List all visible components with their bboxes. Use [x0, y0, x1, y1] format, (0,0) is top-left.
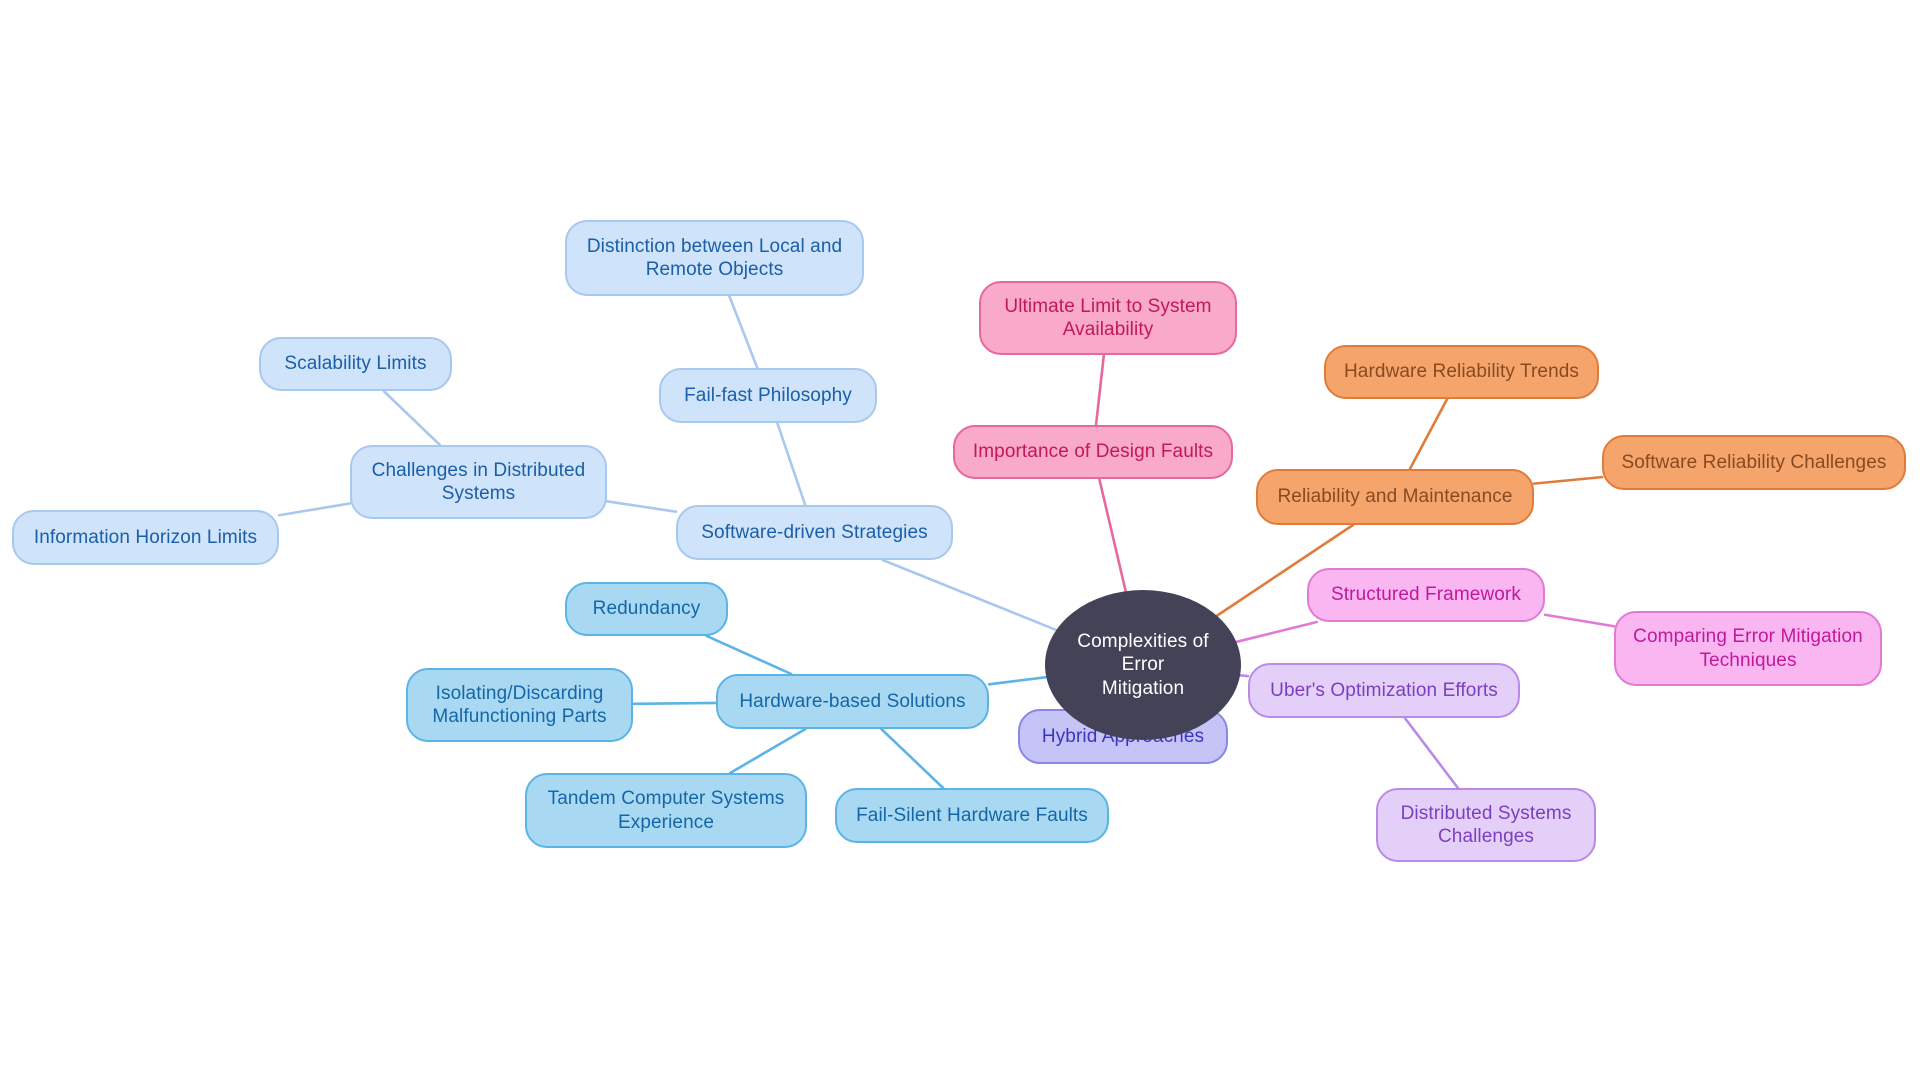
node-label: Importance of Design Faults [972, 441, 1214, 463]
mindmap-node-challenges-in-distributed-systems[interactable]: Challenges in Distributed Systems [350, 445, 607, 519]
node-label: Distributed Systems Challenges [1400, 802, 1572, 847]
mindmap-node-distinction-local-remote-objects[interactable]: Distinction between Local and Remote Obj… [565, 220, 864, 296]
node-label: Software Reliability Challenges [1621, 451, 1887, 473]
mindmap-node-ubers-optimization-efforts[interactable]: Uber's Optimization Efforts [1248, 663, 1520, 718]
mindmap-node-fail-silent-hardware-faults[interactable]: Fail-Silent Hardware Faults [835, 788, 1109, 843]
mindmap-node-ultimate-limit-system-availability[interactable]: Ultimate Limit to System Availability [979, 281, 1237, 355]
mindmap-node-scalability-limits[interactable]: Scalability Limits [259, 337, 452, 391]
mindmap-node-reliability-and-maintenance[interactable]: Reliability and Maintenance [1256, 469, 1534, 525]
mindmap-node-information-horizon-limits[interactable]: Information Horizon Limits [12, 510, 279, 565]
node-label: Structured Framework [1331, 584, 1521, 606]
node-label: Redundancy [592, 598, 701, 620]
mindmap-nodes: Software-driven Strategies Challenges in … [0, 0, 1920, 1080]
mindmap-node-fail-fast-philosophy[interactable]: Fail-fast Philosophy [659, 368, 877, 423]
mindmap-node-redundancy[interactable]: Redundancy [565, 582, 728, 636]
node-label: Reliability and Maintenance [1277, 486, 1513, 508]
node-label: Scalability Limits [284, 353, 427, 375]
node-label: Tandem Computer Systems Experience [547, 788, 785, 833]
node-label: Isolating/Discarding Malfunctioning Part… [432, 682, 607, 727]
mindmap-root-node[interactable]: Complexities of Error Mitigation [1045, 590, 1241, 740]
mindmap-canvas: Software-driven Strategies Challenges in … [0, 0, 1920, 1080]
mindmap-node-structured-framework[interactable]: Structured Framework [1307, 568, 1545, 622]
node-label: Information Horizon Limits [33, 526, 258, 548]
mindmap-node-hardware-based-solutions[interactable]: Hardware-based Solutions [716, 674, 989, 729]
mindmap-node-distributed-systems-challenges[interactable]: Distributed Systems Challenges [1376, 788, 1596, 862]
mindmap-node-software-reliability-challenges[interactable]: Software Reliability Challenges [1602, 435, 1906, 490]
node-label: Distinction between Local and Remote Obj… [586, 235, 843, 280]
mindmap-node-comparing-error-mitigation-techniques[interactable]: Comparing Error Mitigation Techniques [1614, 611, 1882, 686]
node-label: Comparing Error Mitigation Techniques [1633, 626, 1863, 671]
node-label: Fail-Silent Hardware Faults [856, 804, 1088, 826]
node-label: Fail-fast Philosophy [684, 384, 852, 406]
mindmap-node-software-driven-strategies[interactable]: Software-driven Strategies [676, 505, 953, 560]
mindmap-node-isolating-discarding-parts[interactable]: Isolating/Discarding Malfunctioning Part… [406, 668, 633, 742]
node-label: Challenges in Distributed Systems [371, 459, 586, 504]
node-label: Hardware Reliability Trends [1343, 361, 1579, 383]
node-label: Hardware-based Solutions [739, 690, 966, 712]
mindmap-node-tandem-computer-systems-experience[interactable]: Tandem Computer Systems Experience [525, 773, 807, 848]
node-label: Complexities of Error Mitigation [1077, 631, 1209, 699]
node-label: Software-driven Strategies [701, 521, 928, 543]
node-label: Uber's Optimization Efforts [1270, 679, 1498, 701]
node-label: Ultimate Limit to System Availability [1004, 295, 1212, 340]
mindmap-node-importance-of-design-faults[interactable]: Importance of Design Faults [953, 425, 1233, 479]
mindmap-node-hardware-reliability-trends[interactable]: Hardware Reliability Trends [1324, 345, 1599, 399]
